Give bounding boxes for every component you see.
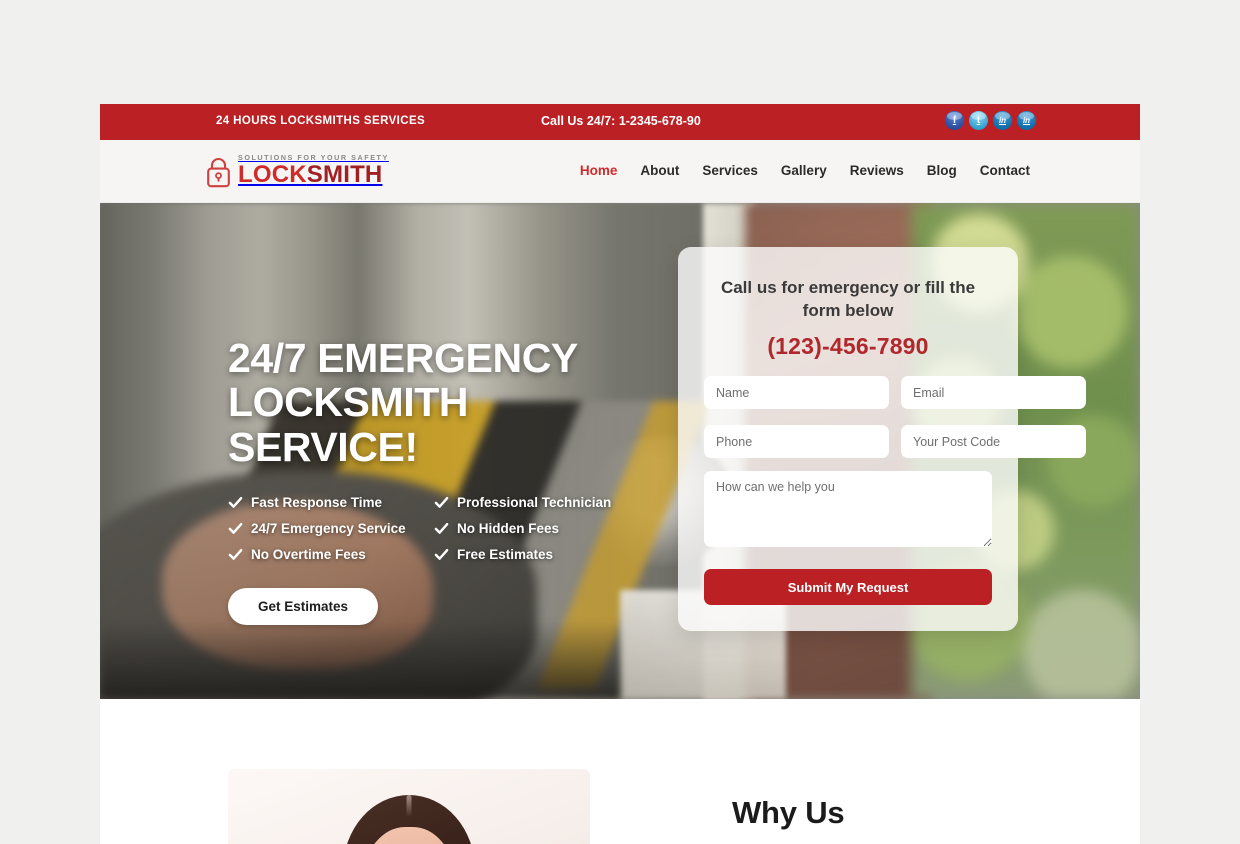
why-us-section: Why Us <box>100 699 1140 844</box>
form-row-1 <box>704 376 1086 410</box>
hero-title-line2: LOCKSMITH SERVICE! <box>228 379 469 470</box>
feature-label: Professional Technician <box>457 494 612 510</box>
nav-item-contact[interactable]: Contact <box>980 163 1030 178</box>
get-estimates-button[interactable]: Get Estimates <box>228 587 379 625</box>
postcode-input[interactable] <box>901 425 1086 459</box>
message-textarea[interactable] <box>704 471 992 548</box>
feature-item: No Hidden Fees <box>434 521 648 536</box>
why-us-photo <box>228 769 590 844</box>
hero-copy: 24/7 EMERGENCY LOCKSMITH SERVICE! Fast R… <box>228 336 648 625</box>
nav-item-about[interactable]: About <box>640 163 679 178</box>
name-input[interactable] <box>704 376 889 410</box>
check-icon <box>434 522 449 534</box>
site-page: 24 HOURS LOCKSMITHS SERVICES Call Us 24/… <box>100 104 1140 844</box>
site-logo[interactable]: SOLUTIONS FOR YOUR SAFETY LOCKSMITH <box>205 154 389 188</box>
facebook-glyph: f <box>952 114 957 126</box>
nav-bar: SOLUTIONS FOR YOUR SAFETY LOCKSMITH Home… <box>100 140 1140 203</box>
check-icon <box>228 548 243 560</box>
contact-form-card: Call us for emergency or fill the form b… <box>678 247 1086 632</box>
facebook-icon[interactable]: f <box>945 111 964 130</box>
phone-input[interactable] <box>704 425 889 459</box>
linkedin-glyph: in <box>998 115 1007 125</box>
main-nav: Home About Services Gallery Reviews Blog… <box>580 163 1030 178</box>
social-links: f t in in <box>945 111 1036 130</box>
feature-item: No Overtime Fees <box>228 547 434 562</box>
logo-text: SOLUTIONS FOR YOUR SAFETY LOCKSMITH <box>238 154 389 188</box>
twitter-glyph: t <box>976 114 981 126</box>
nav-item-services[interactable]: Services <box>702 163 758 178</box>
feature-label: No Overtime Fees <box>251 546 366 562</box>
form-phone-number[interactable]: (123)-456-7890 <box>704 333 992 360</box>
feature-item: Professional Technician <box>434 495 648 510</box>
nav-item-gallery[interactable]: Gallery <box>781 163 827 178</box>
nav-item-blog[interactable]: Blog <box>927 163 957 178</box>
submit-request-button[interactable]: Submit My Request <box>704 569 992 606</box>
logo-wordmark: LOCKSMITH <box>238 163 389 187</box>
hero-title-line1: 24/7 EMERGENCY <box>228 335 578 381</box>
logo-tagline: SOLUTIONS FOR YOUR SAFETY <box>238 153 389 162</box>
hero-feature-list: Fast Response Time Professional Technici… <box>228 495 648 562</box>
email-input[interactable] <box>901 376 1086 410</box>
linkedin-icon[interactable]: in <box>993 111 1012 130</box>
feature-label: Free Estimates <box>457 546 554 562</box>
topbar-tagline: 24 HOURS LOCKSMITHS SERVICES <box>216 115 426 127</box>
nav-item-home[interactable]: Home <box>580 163 618 178</box>
check-icon <box>228 522 243 534</box>
feature-item: 24/7 Emergency Service <box>228 521 434 536</box>
logo-word-lock: LOCK <box>238 161 307 189</box>
nav-item-reviews[interactable]: Reviews <box>850 163 904 178</box>
logo-word-smith: SMITH <box>306 161 383 189</box>
feature-label: 24/7 Emergency Service <box>251 520 406 536</box>
hero-title: 24/7 EMERGENCY LOCKSMITH SERVICE! <box>228 336 648 469</box>
linkedin-glyph-2: in <box>1022 115 1031 125</box>
check-icon <box>228 496 243 508</box>
linkedin-icon-2[interactable]: in <box>1017 111 1036 130</box>
feature-item: Fast Response Time <box>228 495 434 510</box>
padlock-icon <box>207 158 230 188</box>
form-row-2 <box>704 425 1086 459</box>
feature-item: Free Estimates <box>434 547 648 562</box>
check-icon <box>434 496 449 508</box>
topbar-phone[interactable]: Call Us 24/7: 1-2345-678-90 <box>541 114 701 128</box>
check-icon <box>434 548 449 560</box>
feature-label: Fast Response Time <box>251 494 383 510</box>
why-us-heading: Why Us <box>732 795 845 830</box>
top-bar: 24 HOURS LOCKSMITHS SERVICES Call Us 24/… <box>100 104 1140 140</box>
feature-label: No Hidden Fees <box>457 520 560 536</box>
form-title: Call us for emergency or fill the form b… <box>720 278 976 320</box>
hero-section: 24/7 EMERGENCY LOCKSMITH SERVICE! Fast R… <box>100 203 1140 699</box>
twitter-icon[interactable]: t <box>969 111 988 130</box>
